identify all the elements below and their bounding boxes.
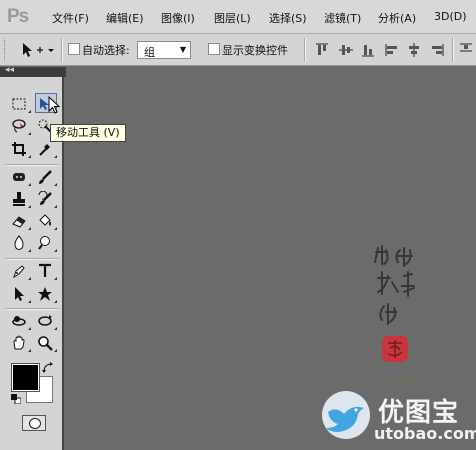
move-tool-icon [23, 43, 54, 57]
3d-orbit-tool[interactable] [35, 311, 57, 331]
default-colors-icon[interactable] [11, 394, 22, 405]
horizontal-type-tool[interactable] [35, 261, 57, 281]
pen-tool[interactable] [9, 261, 31, 281]
swap-colors-icon[interactable] [42, 362, 54, 374]
tooltip: 移动工具 (V) [50, 124, 126, 142]
menu-file[interactable]: 文件(F) [52, 10, 89, 26]
eyedropper-tool[interactable] [35, 139, 57, 159]
tool-preset-picker[interactable] [20, 41, 56, 59]
separator [452, 38, 454, 62]
separator [304, 38, 306, 62]
foreground-color-swatch[interactable] [12, 364, 39, 391]
menu-analysis[interactable]: 分析(A) [378, 10, 416, 26]
panel-collapse-bar[interactable]: ◂◂ [0, 65, 66, 77]
align-vertical-centers-icon[interactable] [338, 42, 354, 58]
custom-shape-tool[interactable] [35, 284, 57, 304]
separator [5, 258, 59, 260]
mouse-cursor-icon [48, 96, 61, 114]
menu-image[interactable]: 图像(I) [161, 10, 195, 26]
show-transform-checkbox[interactable] [208, 43, 220, 55]
eraser-tool[interactable] [9, 211, 31, 231]
path-selection-tool[interactable] [9, 284, 31, 304]
rectangular-marquee-tool[interactable] [9, 94, 31, 114]
lasso-tool[interactable] [9, 116, 31, 136]
3d-rotate-tool[interactable] [9, 311, 31, 331]
hand-tool[interactable] [9, 333, 31, 353]
auto-select-checkbox[interactable] [68, 43, 80, 55]
auto-select-dropdown[interactable]: 组 ▼ [137, 41, 191, 59]
menu-edit[interactable]: 编辑(E) [106, 10, 144, 26]
calligraphy-artwork [374, 245, 415, 325]
chevron-down-icon: ▼ [179, 45, 186, 54]
spot-healing-brush-tool[interactable] [9, 167, 31, 187]
dodge-tool[interactable] [35, 233, 57, 253]
menu-select[interactable]: 选择(S) [269, 10, 307, 26]
separator [5, 308, 59, 310]
brush-tool[interactable] [35, 167, 57, 187]
menu-filter[interactable]: 滤镜(T) [324, 10, 361, 26]
photoshop-logo: Ps [7, 6, 29, 27]
align-right-edges-icon[interactable] [429, 42, 445, 58]
auto-select-label: 自动选择: [82, 44, 130, 57]
options-bar: 自动选择: 组 ▼ 显示变换控件 [0, 34, 476, 66]
align-left-edges-icon[interactable] [384, 42, 400, 58]
zoom-tool[interactable] [35, 333, 57, 353]
utobao-bird-logo [322, 391, 370, 439]
quick-mask-button[interactable] [22, 415, 46, 431]
distribute-top-edges-icon[interactable] [458, 42, 474, 58]
menu-layer[interactable]: 图层(L) [214, 10, 251, 26]
menu-bar: Ps 文件(F) 编辑(E) 图像(I) 图层(L) 选择(S) 滤镜(T) 分… [0, 0, 476, 34]
watermark-url: utobao.com [374, 424, 476, 443]
history-brush-tool[interactable] [35, 189, 57, 209]
align-top-edges-icon[interactable] [314, 42, 330, 58]
red-seal-stamp [382, 336, 408, 362]
quick-mask-icon [29, 418, 41, 429]
crop-tool[interactable] [9, 139, 31, 159]
paint-bucket-tool[interactable] [35, 211, 57, 231]
collapse-arrows-icon: ◂◂ [5, 65, 15, 75]
auto-select-value: 组 [144, 46, 155, 59]
decorative-green-script [377, 378, 429, 384]
menu-3d[interactable]: 3D(D) [434, 10, 467, 23]
separator [61, 38, 63, 62]
options-bar-grip[interactable] [4, 38, 8, 61]
align-bottom-edges-icon[interactable] [360, 42, 376, 58]
align-horizontal-centers-icon[interactable] [406, 42, 422, 58]
blur-tool[interactable] [9, 233, 31, 253]
clone-stamp-tool[interactable] [9, 189, 31, 209]
show-transform-label: 显示变换控件 [222, 44, 288, 57]
separator [5, 164, 59, 166]
